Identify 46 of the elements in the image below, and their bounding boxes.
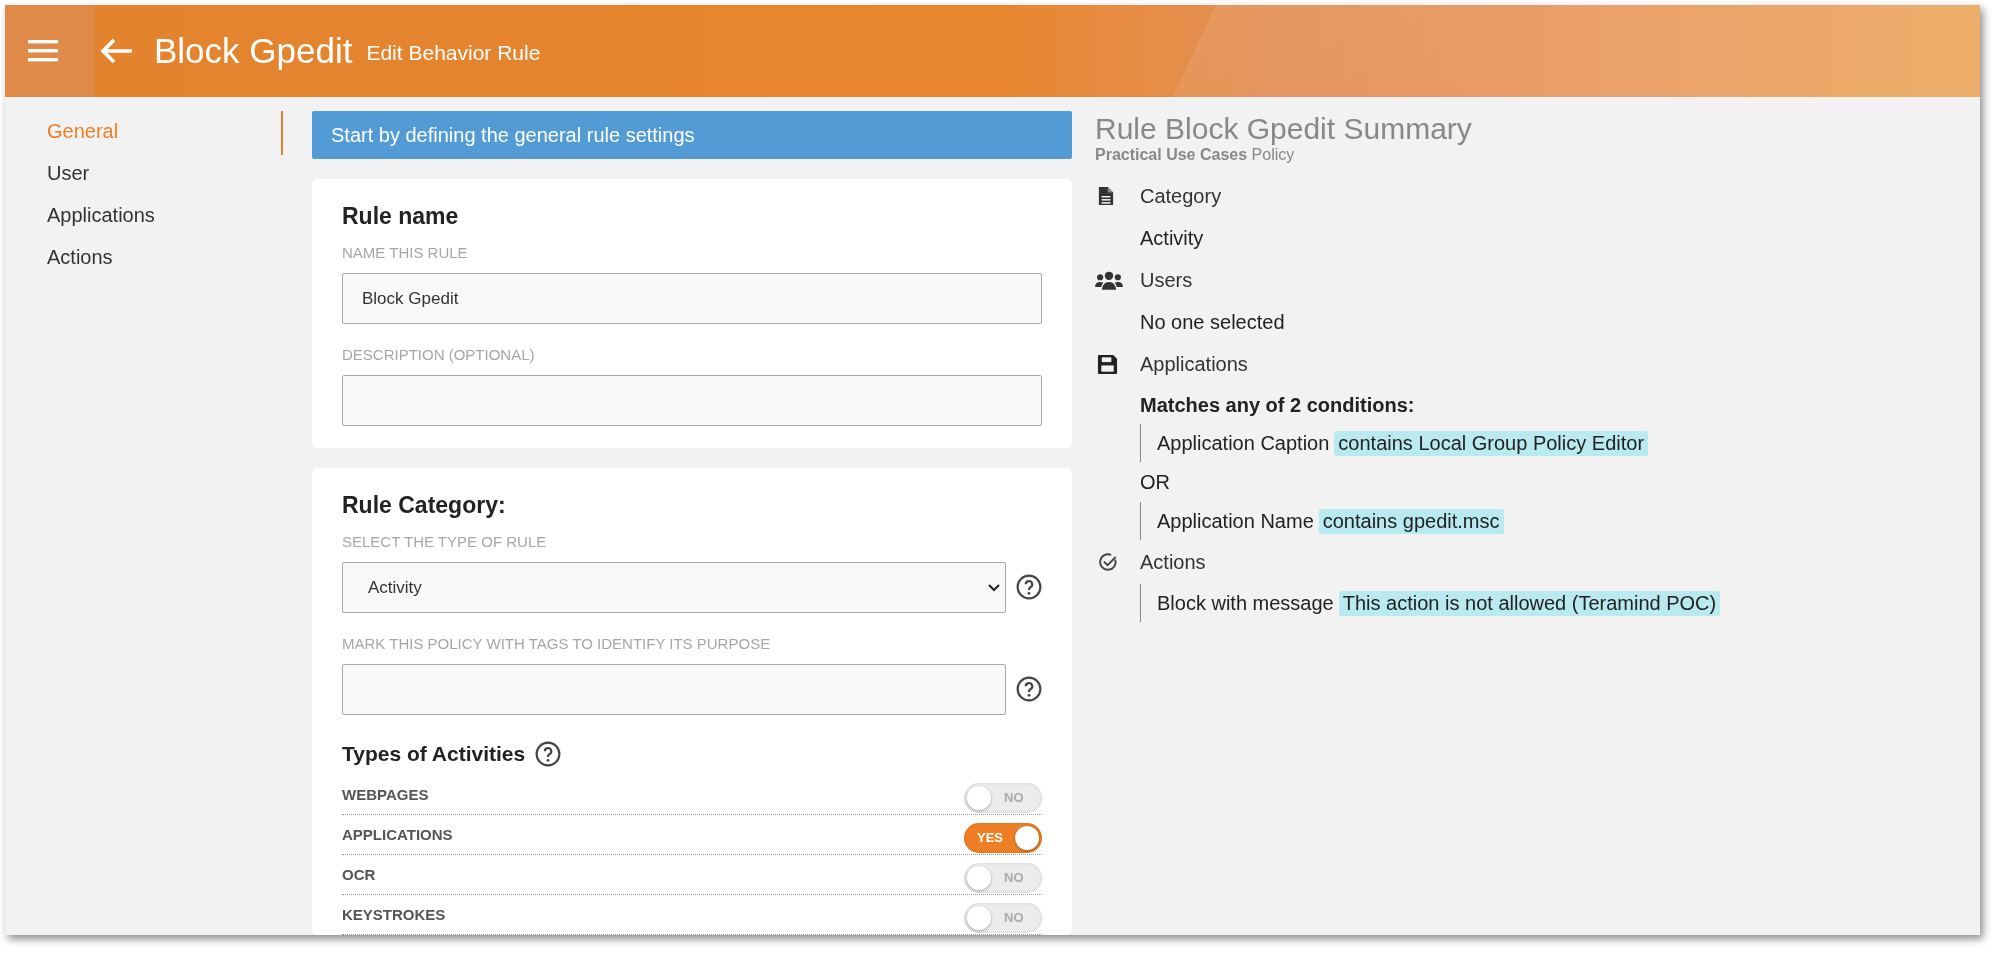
activity-label: WEBPAGES <box>342 786 429 803</box>
highlighted-value: This action is not allowed (Teramind POC) <box>1338 590 1721 616</box>
or-text: OR <box>1140 470 1171 495</box>
input-field[interactable] <box>342 375 1042 426</box>
sidebar-item[interactable]: Applications <box>47 201 155 243</box>
summary-value: Activity <box>1140 226 1205 251</box>
summary-section-heading: Users <box>1140 268 1193 292</box>
summary-title: Rule Block Gpedit Summary <box>1095 112 1473 146</box>
page-subtitle: Edit Behavior Rule <box>366 41 541 65</box>
field-label: DESCRIPTION (OPTIONAL) <box>342 346 536 363</box>
tags-input-field[interactable] <box>342 664 1006 715</box>
card-title: Rule name <box>342 203 460 230</box>
sidebar-item[interactable]: Actions <box>47 243 113 285</box>
help-icon[interactable] <box>535 741 562 767</box>
condition-label: Block with message <box>1157 591 1334 615</box>
chevron-down-icon <box>988 583 1000 592</box>
section-title: Types of Activities <box>342 742 526 766</box>
rule-type-dropdown[interactable]: Activity <box>342 562 1006 613</box>
summary-section-heading: Category <box>1140 184 1222 208</box>
help-icon[interactable] <box>1016 676 1042 702</box>
activity-label: APPLICATIONS <box>342 826 453 843</box>
document-icon <box>1098 186 1114 206</box>
back-arrow-icon[interactable] <box>100 38 134 64</box>
highlighted-value: contains gpedit.msc <box>1318 508 1504 534</box>
activity-label: OCR <box>342 866 376 883</box>
field-label: NAME THIS RULE <box>342 244 469 261</box>
sidebar-item[interactable]: User <box>47 159 90 201</box>
info-banner: Start by defining the general rule settings <box>312 111 1072 159</box>
card-title: Rule Category: <box>342 492 507 519</box>
input-field[interactable]: Block Gpedit <box>342 273 1042 324</box>
condition-label: Application Caption <box>1157 431 1330 455</box>
match-condition-text: Matches any of 2 conditions: <box>1140 393 1416 418</box>
summary-section-heading: Actions <box>1140 550 1206 574</box>
page-title: Block Gpedit <box>154 31 353 71</box>
policy-name: Practical Use Cases Policy <box>1095 146 1296 164</box>
field-label: MARK THIS POLICY WITH TAGS TO IDENTIFY ITS PURPOSE <box>342 635 772 652</box>
users-icon <box>1095 270 1123 290</box>
help-icon[interactable] <box>1016 574 1042 600</box>
check-circle-icon <box>1098 552 1118 572</box>
highlighted-value: contains Local Group Policy Editor <box>1334 430 1649 456</box>
summary-value: No one selected <box>1140 310 1286 335</box>
activity-label: KEYSTROKES <box>342 906 446 923</box>
summary-section-heading: Applications <box>1140 352 1248 376</box>
field-label: SELECT THE TYPE OF RULE <box>342 533 548 550</box>
condition-label: Application Name <box>1157 509 1314 533</box>
menu-icon[interactable] <box>28 40 58 62</box>
